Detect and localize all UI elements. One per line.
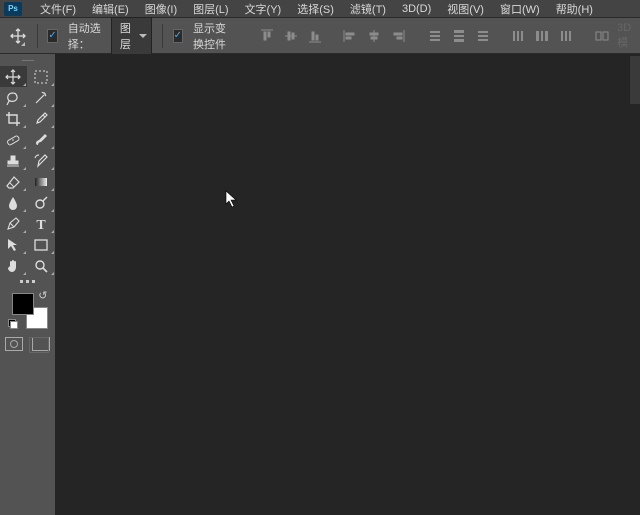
menu-file[interactable]: 文件(F)	[32, 0, 84, 19]
flyout-indicator-icon	[23, 188, 26, 191]
app-logo: Ps	[4, 2, 22, 16]
flyout-indicator-icon	[51, 104, 54, 107]
menu-view[interactable]: 视图(V)	[439, 0, 492, 19]
distribute-vcenter-icon[interactable]	[452, 27, 466, 45]
move-tool[interactable]	[0, 66, 27, 87]
color-swatches: ↺	[8, 289, 48, 329]
flyout-indicator-icon	[21, 42, 25, 46]
menu-filter[interactable]: 滤镜(T)	[342, 0, 394, 19]
menu-help[interactable]: 帮助(H)	[548, 0, 601, 19]
divider	[37, 24, 38, 48]
menu-window[interactable]: 窗口(W)	[492, 0, 548, 19]
blur-tool[interactable]	[0, 192, 27, 213]
distribute-hcenter-icon[interactable]	[535, 27, 549, 45]
swap-colors-icon[interactable]: ↺	[38, 289, 47, 302]
flyout-indicator-icon	[51, 209, 54, 212]
distribute-right-icon[interactable]	[559, 27, 573, 45]
flyout-indicator-icon	[23, 167, 26, 170]
align-top-icon[interactable]	[260, 27, 274, 45]
flyout-indicator-icon	[23, 272, 26, 275]
auto-select-dropdown[interactable]: 图层	[111, 17, 152, 55]
auto-align-icon[interactable]	[595, 27, 609, 45]
flyout-indicator-icon	[51, 230, 54, 233]
align-right-icon[interactable]	[391, 27, 405, 45]
type-tool[interactable]: T	[28, 213, 55, 234]
brush-tool[interactable]	[28, 129, 55, 150]
clone-stamp-tool[interactable]	[0, 150, 27, 171]
menu-type[interactable]: 文字(Y)	[237, 0, 290, 19]
auto-select-label: 自动选择：	[64, 20, 105, 52]
pen-tool[interactable]	[0, 213, 27, 234]
foreground-color[interactable]	[12, 293, 34, 315]
active-tool-icon[interactable]	[10, 24, 27, 48]
screenmode-icon[interactable]	[32, 337, 50, 351]
zoom-tool[interactable]	[28, 255, 55, 276]
flyout-indicator-icon	[51, 83, 54, 86]
svg-text:T: T	[36, 218, 46, 232]
divider	[162, 24, 163, 48]
flyout-indicator-icon	[51, 251, 54, 254]
align-hcenter-icon[interactable]	[367, 27, 381, 45]
tools-panel: T ↺	[0, 54, 55, 515]
artboard-tool[interactable]	[28, 66, 55, 87]
distribute-left-icon[interactable]	[511, 27, 525, 45]
mode-3d-label: 3D 模	[617, 22, 640, 50]
flyout-indicator-icon	[23, 230, 26, 233]
flyout-indicator-icon	[23, 83, 26, 86]
default-colors-icon[interactable]	[8, 319, 18, 329]
dodge-tool[interactable]	[28, 192, 55, 213]
chevron-down-icon	[139, 34, 147, 38]
edit-toolbar-icon[interactable]	[0, 280, 55, 283]
menu-layer[interactable]: 图层(L)	[185, 0, 236, 19]
auto-select-value: 图层	[120, 23, 131, 51]
gradient-tool[interactable]	[28, 171, 55, 192]
lasso-tool[interactable]	[0, 87, 27, 108]
align-left-icon[interactable]	[343, 27, 357, 45]
menu-3d[interactable]: 3D(D)	[394, 1, 439, 17]
flyout-indicator-icon	[51, 188, 54, 191]
flyout-indicator-icon	[51, 146, 54, 149]
auto-select-checkbox[interactable]	[47, 29, 57, 43]
flyout-indicator-icon	[23, 251, 26, 254]
rectangle-tool[interactable]	[28, 234, 55, 255]
show-transform-checkbox[interactable]	[173, 29, 183, 43]
history-brush-tool[interactable]	[28, 150, 55, 171]
flyout-indicator-icon	[51, 272, 54, 275]
flyout-indicator-icon	[23, 146, 26, 149]
eyedropper-tool[interactable]	[28, 108, 55, 129]
panel-grip[interactable]	[0, 54, 55, 66]
menu-select[interactable]: 选择(S)	[289, 0, 342, 19]
flyout-indicator-icon	[51, 125, 54, 128]
path-select-tool[interactable]	[0, 234, 27, 255]
collapsed-panel-tab[interactable]	[629, 56, 640, 104]
distribute-bottom-icon[interactable]	[476, 27, 490, 45]
align-vcenter-icon[interactable]	[284, 27, 298, 45]
healing-brush-tool[interactable]	[0, 129, 27, 150]
menu-bar: Ps 文件(F) 编辑(E) 图像(I) 图层(L) 文字(Y) 选择(S) 滤…	[0, 0, 640, 18]
align-bottom-icon[interactable]	[308, 27, 322, 45]
magic-wand-tool[interactable]	[28, 87, 55, 108]
flyout-indicator-icon	[23, 125, 26, 128]
flyout-indicator-icon	[23, 209, 26, 212]
distribute-top-icon[interactable]	[428, 27, 442, 45]
show-transform-label: 显示变换控件	[189, 20, 237, 52]
eraser-tool[interactable]	[0, 171, 27, 192]
flyout-indicator-icon	[51, 167, 54, 170]
crop-tool[interactable]	[0, 108, 27, 129]
quickmask-icon[interactable]	[5, 337, 23, 351]
hand-tool[interactable]	[0, 255, 27, 276]
options-bar: 自动选择： 图层 显示变换控件 3D 模	[0, 18, 640, 54]
cursor-icon	[225, 190, 239, 208]
flyout-indicator-icon	[23, 104, 26, 107]
canvas-area[interactable]	[55, 54, 640, 515]
